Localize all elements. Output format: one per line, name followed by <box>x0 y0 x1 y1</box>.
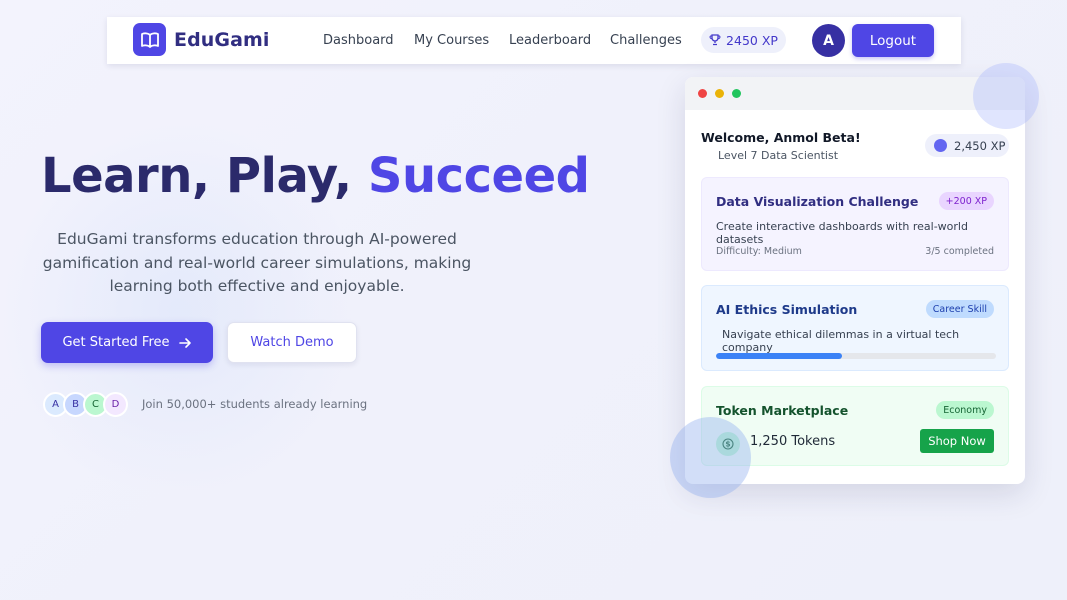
nav-link-dashboard[interactable]: Dashboard <box>323 33 394 48</box>
task-card-ai-ethics[interactable]: AI Ethics Simulation Career Skill Naviga… <box>701 285 1009 371</box>
shop-now-button[interactable]: Shop Now <box>920 429 994 453</box>
task-description: Navigate ethical dilemmas in a virtual t… <box>722 328 960 354</box>
xp-badge-value: 2,450 XP <box>954 138 1006 153</box>
hero-title-accent: Succeed <box>367 148 590 204</box>
brand-name[interactable]: EduGami <box>174 29 270 51</box>
task-progress-bar <box>716 353 996 359</box>
nav-link-leaderboard[interactable]: Leaderboard <box>509 33 591 48</box>
task-difficulty: Difficulty: Medium <box>716 246 802 257</box>
student-avatar: D <box>103 391 128 417</box>
decorative-circle <box>670 417 751 498</box>
hero-title-main: Learn, Play, <box>41 148 368 204</box>
hero-description: EduGami transforms education through AI-… <box>42 230 472 295</box>
logout-button[interactable]: Logout <box>852 24 934 57</box>
nav-link-challenges[interactable]: Challenges <box>610 33 682 48</box>
xp-coin-icon <box>934 139 947 152</box>
token-balance: 1,250 Tokens <box>750 434 836 449</box>
task-title: Data Visualization Challenge <box>716 194 919 209</box>
task-card-data-visualization[interactable]: Data Visualization Challenge +200 XP Cre… <box>701 177 1009 271</box>
maximize-dot-icon <box>732 89 741 98</box>
watch-demo-button[interactable]: Watch Demo <box>227 322 357 363</box>
students-social-proof: A B C D Join 50,000+ students already le… <box>43 391 367 417</box>
xp-counter: 2450 XP <box>701 27 786 53</box>
welcome-message: Welcome, Anmol Beta! <box>701 130 861 145</box>
xp-reward-badge: +200 XP <box>938 192 994 210</box>
trophy-icon <box>709 34 721 46</box>
minimize-dot-icon <box>715 89 724 98</box>
economy-badge: Economy <box>936 401 994 419</box>
book-logo-icon[interactable] <box>133 23 166 56</box>
get-started-label: Get Started Free <box>62 335 170 350</box>
students-count-text: Join 50,000+ students already learning <box>142 397 368 411</box>
xp-value: 2450 XP <box>726 32 778 48</box>
user-level: Level 7 Data Scientist <box>718 149 839 162</box>
close-dot-icon <box>698 89 707 98</box>
get-started-button[interactable]: Get Started Free <box>41 322 213 363</box>
decorative-circle <box>973 63 1039 129</box>
task-progress-text: 3/5 completed <box>925 246 994 257</box>
task-progress-fill <box>716 353 842 359</box>
nav-link-my-courses[interactable]: My Courses <box>414 33 489 48</box>
hero-title: Learn, Play, Succeed <box>41 148 590 204</box>
user-avatar[interactable]: A <box>812 24 845 57</box>
top-navbar: EduGami Dashboard My Courses Leaderboard… <box>107 17 961 64</box>
task-description: Create interactive dashboards with real-… <box>716 220 968 246</box>
xp-badge: 2,450 XP <box>925 134 1009 157</box>
app-preview-window: Welcome, Anmol Beta! Level 7 Data Scient… <box>685 77 1025 484</box>
arrow-right-icon <box>178 337 191 348</box>
career-skill-badge: Career Skill <box>925 300 994 318</box>
task-title: AI Ethics Simulation <box>716 302 858 317</box>
task-title: Token Marketplace <box>716 403 849 418</box>
